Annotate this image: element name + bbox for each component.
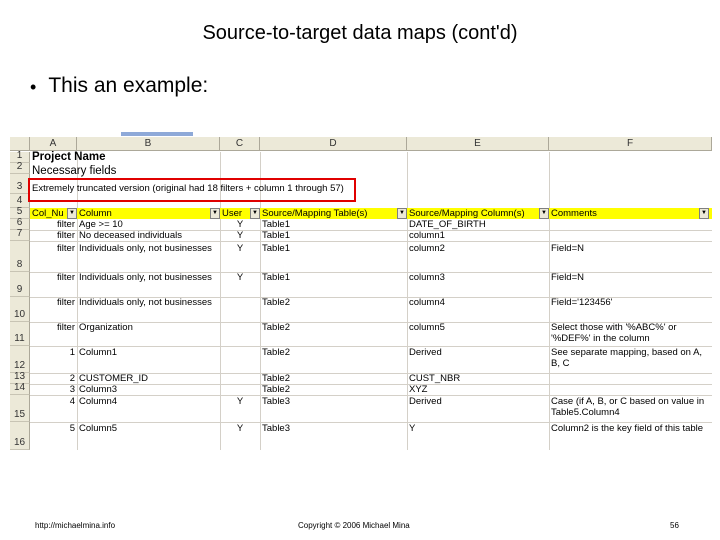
row-header: 3 [10,174,30,194]
cell-a: 5 [69,423,75,434]
header-col-nu: Col_Nu [32,208,64,219]
cell-d: Table1 [262,272,290,283]
column-header-a: A [30,137,77,151]
header-comments: Comments [551,208,597,219]
cell-b: Individuals only, not businesses [79,297,212,308]
column-header-f: F [549,137,712,151]
cell-b: Individuals only, not businesses [79,243,212,254]
cell-c: Y [236,272,244,283]
cell-f: Column2 is the key field of this table [551,423,704,434]
cell-f: Case (if A, B, or C based on value in Ta… [551,396,705,418]
cell-a: filter [57,230,75,241]
bullet-text: This an example: [48,74,209,97]
cell-b: No deceased individuals [79,230,182,241]
cell-d: Table1 [262,230,290,241]
footer-url[interactable]: http://michaelmina.info [35,521,115,530]
cell-f: Field=N [551,243,584,254]
cell-b: Column3 [79,384,118,395]
cell-b: Column4 [79,396,118,407]
cell-d: Table2 [262,384,290,395]
cell-e: XYZ [409,384,428,395]
column-header-b: B [77,137,220,151]
cell-e: DATE_OF_BIRTH [409,219,486,230]
header-source-column: Source/Mapping Column(s) [409,208,525,219]
row-header: 11 [10,322,30,346]
cell-b: Column5 [79,423,118,434]
cell-a: filter [57,322,75,333]
cell-e: column4 [409,297,445,308]
cell-d: Table3 [262,423,290,434]
bullet-item: • This an example: [30,74,208,100]
cell-a: filter [57,297,75,308]
row-header: 7 [10,228,30,241]
cell-a: 2 [69,373,75,384]
cell-b: CUSTOMER_ID [79,373,148,384]
cell-e: Derived [409,347,442,358]
filter-dropdown-icon[interactable]: ▼ [397,208,407,219]
corner-cell [10,137,30,151]
cell-d: Table2 [262,297,290,308]
column-header-e: E [407,137,549,151]
cell-b: Column1 [79,347,118,358]
cell-f: See separate mapping, based on A, B, C [551,347,703,369]
bullet-dot-icon: • [30,77,37,97]
cell-e: column1 [409,230,445,241]
cell-d: Table2 [262,347,290,358]
filter-dropdown-icon[interactable]: ▼ [539,208,549,219]
cell-a: 1 [69,347,75,358]
cell-b: Individuals only, not businesses [79,272,212,283]
cell-b: Age >= 10 [79,219,123,230]
cell-e: CUST_NBR [409,373,461,384]
cell-e: column3 [409,272,445,283]
cell-e: column2 [409,243,445,254]
cell-c: Y [236,219,244,230]
cell-a: filter [57,272,75,283]
header-user: User [222,208,243,219]
highlight-box [28,178,356,202]
cell-c: Y [236,230,244,241]
cell-d: Table3 [262,396,290,407]
header-column: Column [79,208,112,219]
filter-dropdown-icon[interactable]: ▼ [210,208,220,219]
project-name-cell: Project Name [32,151,106,163]
cell-f: Field='123456' [551,297,613,308]
row-header: 10 [10,297,30,322]
cell-e: column5 [409,322,445,333]
slide-title: Source-to-target data maps (cont'd) [202,22,518,44]
cell-d: Table1 [262,219,290,230]
row-header: 9 [10,272,30,297]
cell-d: Table1 [262,243,290,254]
necessary-fields-cell: Necessary fields [32,165,117,177]
filter-dropdown-icon[interactable]: ▼ [67,208,77,219]
cell-a: filter [57,219,75,230]
cell-d: Table2 [262,322,290,333]
cell-a: 3 [69,384,75,395]
cell-a: filter [57,243,75,254]
row-header: 8 [10,241,30,272]
cell-d: Table2 [262,373,290,384]
row-header: 16 [10,422,30,450]
page-number: 56 [670,521,679,530]
filter-dropdown-icon[interactable]: ▼ [250,208,260,219]
row-header: 12 [10,346,30,373]
footer-copyright: Copyright © 2006 Michael Mina [298,521,410,530]
cell-c: Y [236,243,244,254]
column-header-d: D [260,137,407,151]
cell-e: Derived [409,396,442,407]
row-header: 2 [10,161,30,174]
cell-e: Y [409,423,416,434]
header-source-table: Source/Mapping Table(s) [262,208,368,219]
row-header: 15 [10,395,30,422]
cell-f: Field=N [551,272,584,283]
cell-f: Select those with '%ABC%' or '%DEF%' in … [551,322,677,344]
cell-c: Y [236,396,244,407]
filter-dropdown-icon[interactable]: ▼ [699,208,709,219]
cell-b: Organization [79,322,133,333]
selection-marker [121,132,193,136]
column-header-c: C [220,137,260,151]
cell-c: Y [236,423,244,434]
row-header: 14 [10,382,30,395]
cell-a: 4 [69,396,75,407]
